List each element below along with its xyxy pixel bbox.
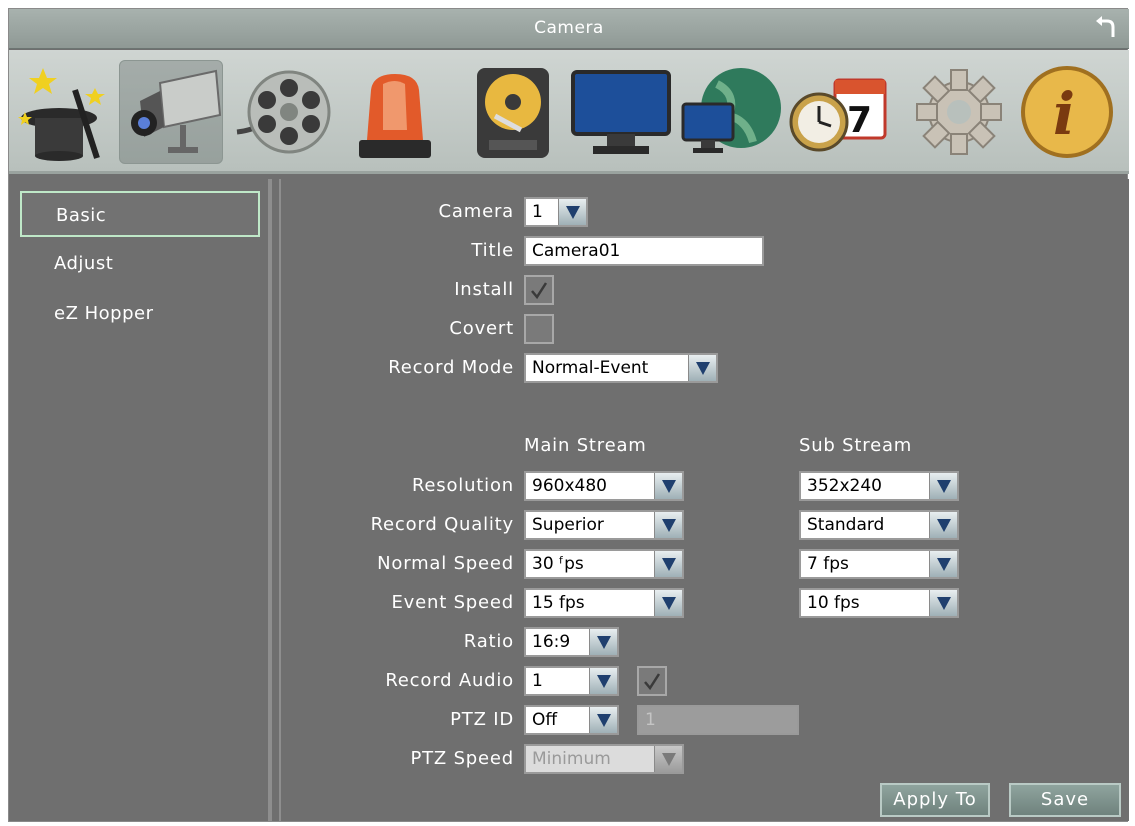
ptz-id-label: PTZ ID <box>450 709 514 730</box>
back-arrow-icon[interactable] <box>1093 15 1119 41</box>
title-bar: Camera <box>9 9 1129 49</box>
sidebar-item-label: Adjust <box>54 253 114 274</box>
camera-icon[interactable] <box>119 60 223 164</box>
save-button[interactable]: Save <box>1009 783 1121 817</box>
checkmark-icon <box>531 282 548 300</box>
ptz-speed-select: Minimum <box>524 744 684 774</box>
apply-to-button[interactable]: Apply To <box>880 783 990 817</box>
film-reel-icon[interactable] <box>227 60 331 164</box>
ratio-value: 16:9 <box>532 632 571 652</box>
sub-event-speed-select[interactable]: 10 fps <box>799 588 959 618</box>
record-audio-select[interactable]: 1 <box>524 666 619 696</box>
chevron-down-icon <box>929 512 957 538</box>
event-speed-label: Event Speed <box>391 592 514 613</box>
record-mode-select[interactable]: Normal-Event <box>524 353 718 383</box>
chevron-down-icon <box>654 746 682 772</box>
chevron-down-icon <box>929 590 957 616</box>
record-mode-value: Normal-Event <box>532 358 649 378</box>
main-stream-header: Main Stream <box>524 435 647 456</box>
main-normal-speed-value: 30 ᶠps <box>532 554 584 574</box>
info-letter-text: i <box>1053 80 1075 148</box>
ratio-label: Ratio <box>463 631 514 652</box>
chevron-down-icon <box>589 668 617 694</box>
chevron-down-icon <box>558 199 586 225</box>
sidebar: Basic Adjust eZ Hopper <box>12 179 272 821</box>
ratio-select[interactable]: 16:9 <box>524 627 619 657</box>
main-event-speed-select[interactable]: 15 fps <box>524 588 684 618</box>
chevron-down-icon <box>654 551 682 577</box>
camera-select-value: 1 <box>532 202 543 222</box>
sidebar-item-label: eZ Hopper <box>54 303 154 324</box>
sidebar-item-basic[interactable]: Basic <box>20 191 260 237</box>
chevron-down-icon <box>654 590 682 616</box>
ptz-speed-label: PTZ Speed <box>410 748 514 769</box>
schedule-icon[interactable]: 7 <box>785 60 889 164</box>
camera-select[interactable]: 1 <box>524 197 588 227</box>
chevron-down-icon <box>929 473 957 499</box>
chevron-down-icon <box>688 355 716 381</box>
settings-icon[interactable] <box>907 60 1011 164</box>
chevron-down-icon <box>929 551 957 577</box>
main-normal-speed-select[interactable]: 30 ᶠps <box>524 549 684 579</box>
ptz-id-input: 1 <box>637 705 799 735</box>
main-event-speed-value: 15 fps <box>532 593 585 613</box>
record-audio-label: Record Audio <box>385 670 514 691</box>
main-record-quality-select[interactable]: Superior <box>524 510 684 540</box>
checkmark-icon <box>644 673 661 691</box>
sub-record-quality-value: Standard <box>807 515 885 535</box>
info-icon[interactable]: i <box>1015 60 1119 164</box>
main-resolution-select[interactable]: 960x480 <box>524 471 684 501</box>
camera-basic-panel: Camera 1 Title Camera01 Install Covert R… <box>279 179 1129 821</box>
chevron-down-icon <box>589 629 617 655</box>
window-title: Camera <box>534 18 604 38</box>
record-audio-value: 1 <box>532 671 543 691</box>
sub-normal-speed-select[interactable]: 7 fps <box>799 549 959 579</box>
camera-settings-window: Camera 7 i Basic Adjust eZ Hopper Camera… <box>8 8 1129 822</box>
covert-label: Covert <box>449 318 514 339</box>
wizard-icon[interactable] <box>13 60 117 164</box>
main-resolution-value: 960x480 <box>532 476 607 496</box>
chevron-down-icon <box>589 707 617 733</box>
ptz-id-select[interactable]: Off <box>524 705 619 735</box>
network-icon[interactable] <box>677 60 781 164</box>
alarm-icon[interactable] <box>343 60 447 164</box>
install-label: Install <box>454 279 514 300</box>
sub-event-speed-value: 10 fps <box>807 593 860 613</box>
sidebar-item-adjust[interactable]: Adjust <box>20 241 260 287</box>
sub-resolution-value: 352x240 <box>807 476 882 496</box>
normal-speed-label: Normal Speed <box>377 553 514 574</box>
camera-label: Camera <box>438 201 514 222</box>
sub-stream-header: Sub Stream <box>799 435 913 456</box>
sub-record-quality-select[interactable]: Standard <box>799 510 959 540</box>
monitor-icon[interactable] <box>569 60 673 164</box>
main-record-quality-value: Superior <box>532 515 604 535</box>
install-checkbox[interactable] <box>524 275 554 305</box>
covert-checkbox[interactable] <box>524 314 554 344</box>
ptz-speed-value: Minimum <box>532 749 611 769</box>
record-audio-checkbox[interactable] <box>637 666 667 696</box>
hard-disk-icon[interactable] <box>461 60 565 164</box>
chevron-down-icon <box>654 473 682 499</box>
ptz-id-value: Off <box>532 710 558 730</box>
sidebar-item-ez-hopper[interactable]: eZ Hopper <box>20 291 260 337</box>
title-input[interactable]: Camera01 <box>524 236 764 266</box>
record-mode-label: Record Mode <box>388 357 514 378</box>
title-label: Title <box>471 240 514 261</box>
menu-icon-bar: 7 i <box>9 50 1129 174</box>
record-quality-label: Record Quality <box>370 514 514 535</box>
resolution-label: Resolution <box>411 475 514 496</box>
sub-normal-speed-value: 7 fps <box>807 554 849 574</box>
sidebar-item-label: Basic <box>56 205 107 226</box>
chevron-down-icon <box>654 512 682 538</box>
sub-resolution-select[interactable]: 352x240 <box>799 471 959 501</box>
calendar-day-text: 7 <box>847 100 872 141</box>
